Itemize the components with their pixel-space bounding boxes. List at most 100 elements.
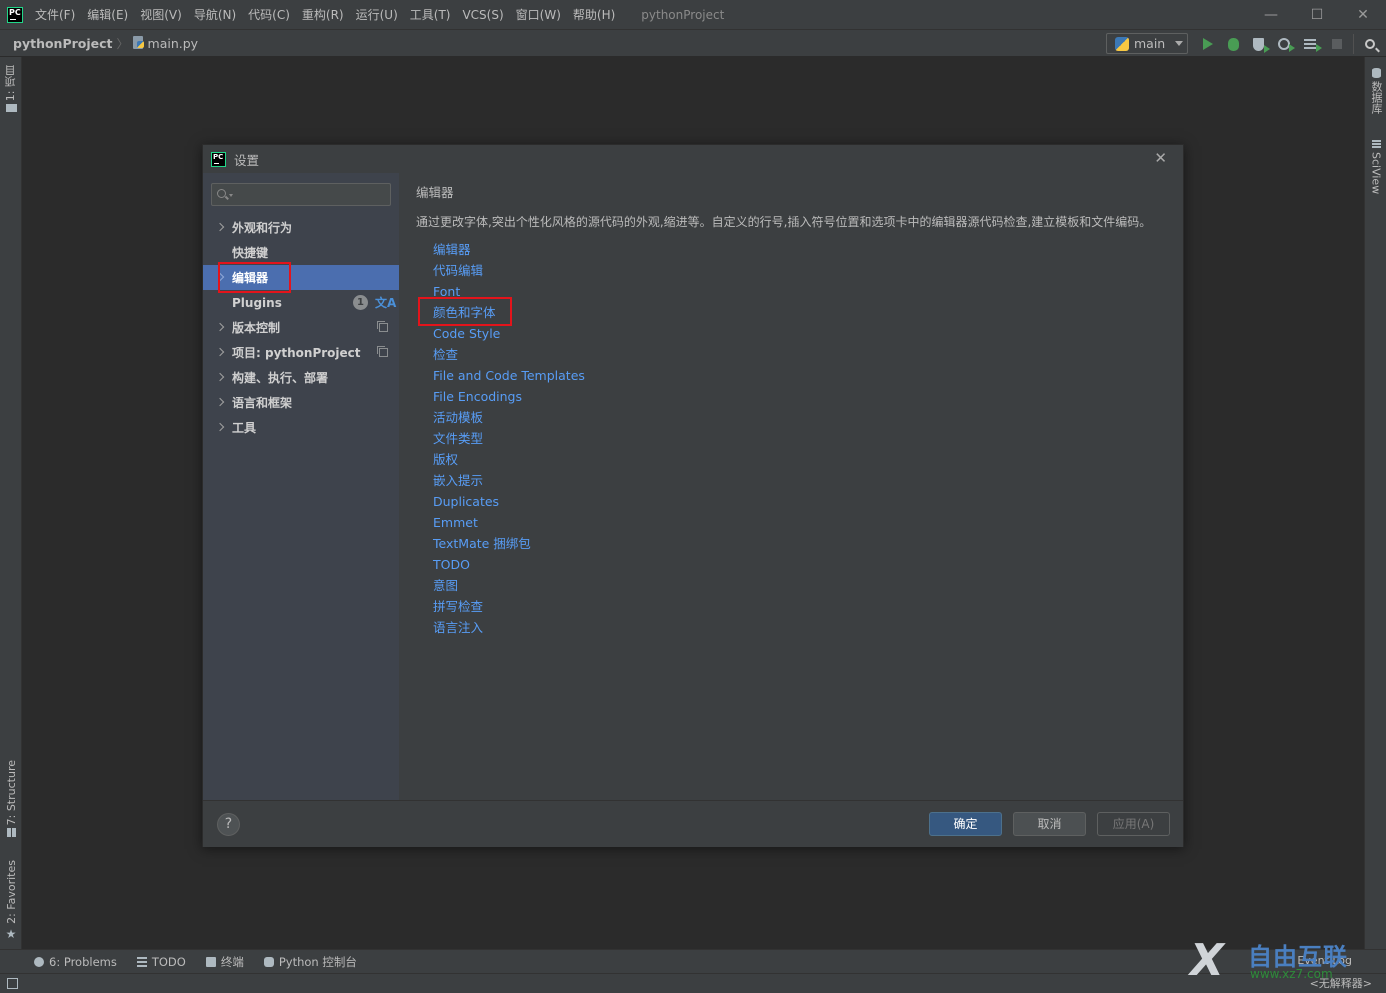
link-inspections[interactable]: 检查: [433, 344, 585, 365]
tree-item-editor[interactable]: 编辑器: [203, 265, 399, 290]
link-code-editing[interactable]: 代码编辑: [433, 260, 585, 281]
tree-item-tools[interactable]: 工具: [203, 415, 399, 440]
link-textmate-bundles[interactable]: TextMate 捆绑包: [433, 533, 585, 554]
right-tool-strip: 数据库 SciView: [1364, 57, 1386, 949]
run-button[interactable]: [1200, 36, 1216, 52]
folder-icon: [5, 104, 17, 113]
event-log-tab[interactable]: Event Log: [1297, 954, 1352, 967]
link-font[interactable]: Font: [433, 281, 585, 302]
link-inlay-hints[interactable]: 嵌入提示: [433, 470, 585, 491]
tree-item-appearance[interactable]: 外观和行为: [203, 215, 399, 240]
stop-button[interactable]: [1329, 36, 1345, 52]
menu-help[interactable]: 帮助(H): [573, 6, 615, 23]
ok-button[interactable]: 确定: [929, 812, 1002, 836]
profile-button[interactable]: [1276, 36, 1295, 52]
menu-window[interactable]: 窗口(W): [516, 6, 561, 23]
tree-item-version-control[interactable]: 版本控制: [203, 315, 399, 340]
chevron-right-icon[interactable]: [215, 347, 225, 357]
tree-item-project[interactable]: 项目: pythonProject: [203, 340, 399, 365]
link-file-encodings[interactable]: File Encodings: [433, 386, 585, 407]
maximize-button[interactable]: ☐: [1294, 0, 1340, 29]
problems-tab[interactable]: 6: Problems: [34, 955, 117, 969]
content-title: 编辑器: [416, 185, 454, 200]
navigation-bar: pythonProject 〉 main.py main: [0, 29, 1386, 57]
settings-search-input[interactable]: [236, 184, 386, 205]
python-icon: [1115, 36, 1129, 51]
menu-vcs[interactable]: VCS(S): [462, 8, 503, 22]
chevron-right-icon[interactable]: [215, 372, 225, 382]
tree-item-label: 编辑器: [232, 271, 269, 285]
minimize-button[interactable]: —: [1248, 0, 1294, 29]
profiler-icon: [1278, 38, 1295, 52]
chevron-right-icon[interactable]: [215, 322, 225, 332]
run-concurrency-button[interactable]: [1302, 36, 1322, 52]
cancel-button[interactable]: 取消: [1013, 812, 1086, 836]
link-live-templates[interactable]: 活动模板: [433, 407, 585, 428]
structure-icon: [6, 828, 16, 838]
close-window-button[interactable]: ✕: [1340, 0, 1386, 29]
dialog-titlebar[interactable]: PC 设置 ✕: [203, 145, 1183, 173]
chevron-right-icon[interactable]: [215, 222, 225, 232]
search-everywhere-button[interactable]: [1362, 36, 1378, 52]
dialog-close-button[interactable]: ✕: [1154, 151, 1167, 166]
toggle-tool-windows-icon[interactable]: [7, 978, 18, 989]
bottom-tool-bar: 6: Problems TODO 终端 Python 控制台: [0, 949, 1386, 973]
run-configuration-dropdown[interactable]: main: [1106, 33, 1188, 54]
link-intentions[interactable]: 意图: [433, 575, 585, 596]
todo-tab[interactable]: TODO: [136, 955, 186, 969]
menu-view[interactable]: 视图(V): [140, 6, 182, 23]
chevron-right-icon[interactable]: [215, 272, 225, 282]
tree-item-languages-frameworks[interactable]: 语言和框架: [203, 390, 399, 415]
help-button[interactable]: ?: [217, 813, 240, 836]
debug-button[interactable]: [1225, 36, 1241, 52]
python-file-icon: [132, 36, 145, 50]
apply-button[interactable]: 应用(A): [1097, 812, 1170, 836]
link-todo[interactable]: TODO: [433, 554, 585, 575]
settings-search-field[interactable]: [211, 183, 391, 206]
terminal-tab[interactable]: 终端: [205, 954, 244, 970]
chevron-right-icon[interactable]: [215, 422, 225, 432]
left-tool-strip: 1: 项目 7: Structure 2: Favorites ★: [0, 57, 22, 949]
database-tool-tab[interactable]: 数据库: [1365, 65, 1386, 114]
menu-edit[interactable]: 编辑(E): [87, 6, 128, 23]
link-color-scheme[interactable]: 颜色和字体: [433, 302, 585, 323]
link-file-and-code-templates[interactable]: File and Code Templates: [433, 365, 585, 386]
chevron-right-icon[interactable]: [215, 397, 225, 407]
menu-file[interactable]: 文件(F): [35, 6, 75, 23]
update-count-badge: 1: [353, 295, 368, 310]
project-tool-tab[interactable]: 1: 项目: [0, 65, 22, 115]
menu-refactor[interactable]: 重构(R): [302, 6, 344, 23]
pycharm-logo-icon: PC: [7, 6, 23, 23]
link-editor-general[interactable]: 编辑器: [433, 239, 585, 260]
search-options-caret-icon: [229, 194, 233, 197]
run-with-coverage-button[interactable]: [1250, 36, 1270, 53]
tree-item-label: 版本控制: [232, 321, 281, 335]
favorites-tab-label: 2: Favorites: [4, 860, 18, 924]
interpreter-selector[interactable]: <无解释器>: [1310, 975, 1372, 991]
menu-code[interactable]: 代码(C): [248, 6, 290, 23]
settings-dialog: PC 设置 ✕ 外观和行为 快捷键 编辑器 Plugins 1 文A 版本控制 …: [202, 144, 1184, 847]
tree-item-label: 外观和行为: [232, 221, 293, 235]
tree-item-label: 工具: [232, 421, 257, 435]
link-duplicates[interactable]: Duplicates: [433, 491, 585, 512]
python-console-tab[interactable]: Python 控制台: [263, 954, 357, 970]
link-code-style[interactable]: Code Style: [433, 323, 585, 344]
link-file-types[interactable]: 文件类型: [433, 428, 585, 449]
tree-item-keymap[interactable]: 快捷键: [203, 240, 399, 265]
sciview-tool-tab[interactable]: SciView: [1365, 137, 1386, 194]
menu-navigate[interactable]: 导航(N): [194, 6, 236, 23]
link-copyright[interactable]: 版权: [433, 449, 585, 470]
link-spelling[interactable]: 拼写检查: [433, 596, 585, 617]
link-emmet[interactable]: Emmet: [433, 512, 585, 533]
breadcrumb-project[interactable]: pythonProject: [13, 36, 113, 51]
breadcrumb-file[interactable]: main.py: [148, 36, 199, 51]
link-language-injections[interactable]: 语言注入: [433, 617, 585, 638]
menu-run[interactable]: 运行(U): [356, 6, 398, 23]
tree-item-build-execution-deployment[interactable]: 构建、执行、部署: [203, 365, 399, 390]
favorites-tool-tab[interactable]: 2: Favorites ★: [0, 860, 22, 944]
python-console-icon: [263, 956, 274, 967]
structure-tool-tab[interactable]: 7: Structure: [0, 760, 22, 840]
menu-tools[interactable]: 工具(T): [410, 6, 451, 23]
tree-item-plugins[interactable]: Plugins 1 文A: [203, 290, 399, 315]
database-tab-label: 数据库: [1370, 81, 1383, 114]
